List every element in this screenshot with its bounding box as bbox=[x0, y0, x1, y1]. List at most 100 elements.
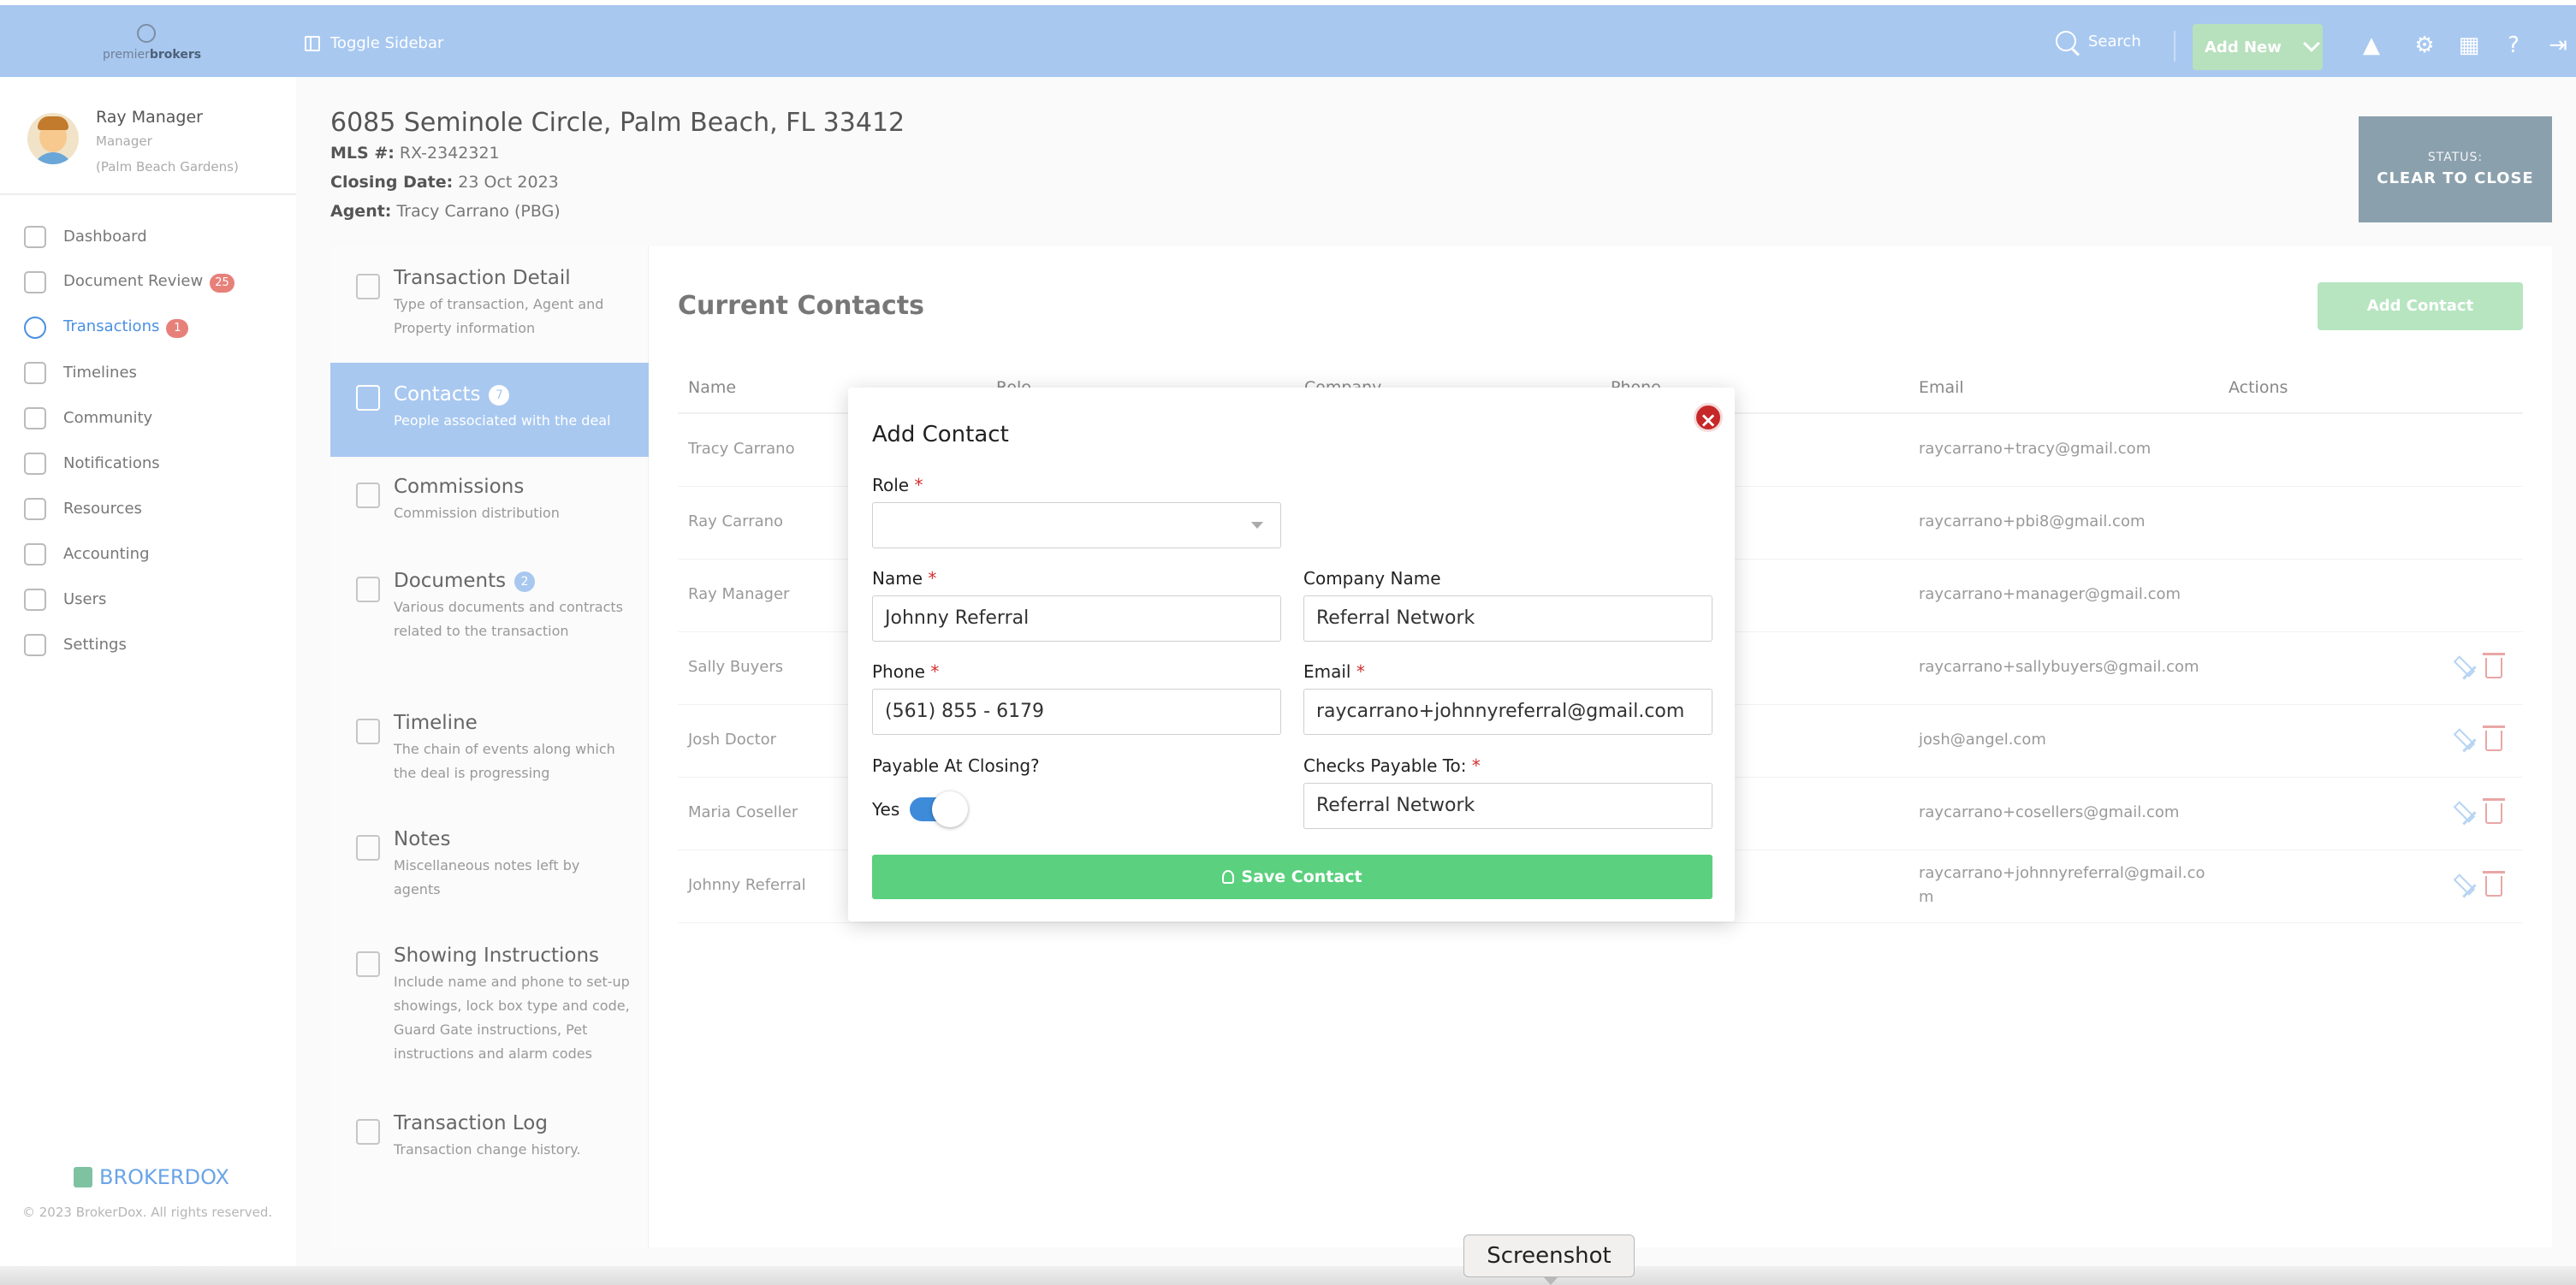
trash-icon[interactable] bbox=[2483, 798, 2505, 824]
email-label: Email * bbox=[1303, 661, 1365, 682]
sidebar-item-community[interactable]: Community bbox=[24, 395, 289, 441]
save-contact-button[interactable]: Save Contact bbox=[872, 855, 1712, 899]
phone-book-icon bbox=[356, 385, 380, 411]
users-icon bbox=[24, 588, 46, 611]
contact-email: raycarrano+sallybuyers@gmail.com bbox=[1919, 658, 2199, 676]
add-contact-button[interactable]: Add Contact bbox=[2318, 282, 2523, 330]
tab-timeline[interactable]: Timeline The chain of events along which … bbox=[330, 712, 649, 806]
add-contact-modal: × Add Contact Role * Name * Johnny Refer… bbox=[848, 388, 1735, 921]
sidebar-item-document-review[interactable]: Document Review 25 bbox=[24, 259, 289, 305]
sidebar: Ray Manager Manager (Palm Beach Gardens)… bbox=[0, 77, 296, 1275]
sidebar-nav: Dashboard Document Review 25 Transactions… bbox=[24, 214, 289, 667]
phone-label: Phone * bbox=[872, 661, 940, 682]
tab-transaction-log[interactable]: Transaction Log Transaction change histor… bbox=[330, 1112, 649, 1189]
close-icon[interactable]: × bbox=[1694, 403, 1723, 432]
screenshot-tooltip: Screenshot bbox=[1463, 1235, 1635, 1285]
chevron-down-icon bbox=[1251, 522, 1263, 529]
user-role: Manager bbox=[96, 133, 152, 149]
column-header-name[interactable]: Name bbox=[688, 363, 736, 412]
accounting-icon bbox=[24, 542, 46, 566]
trash-icon[interactable] bbox=[2483, 653, 2505, 678]
payable-at-closing-label: Payable At Closing? bbox=[872, 755, 1040, 776]
avatar bbox=[27, 113, 79, 164]
checks-payable-label: Checks Payable To: * bbox=[1303, 755, 1481, 776]
sidebar-item-accounting[interactable]: Accounting bbox=[24, 531, 289, 577]
name-input[interactable]: Johnny Referral bbox=[872, 595, 1281, 642]
dashboard-icon bbox=[24, 225, 46, 248]
documents-count-badge: 2 bbox=[514, 571, 536, 592]
sidebar-item-timelines[interactable]: Timelines bbox=[24, 350, 289, 395]
contact-email: raycarrano+tracy@gmail.com bbox=[1919, 440, 2152, 458]
sidebar-item-dashboard[interactable]: Dashboard bbox=[24, 214, 289, 259]
trash-icon[interactable] bbox=[2483, 871, 2505, 897]
mls-info: MLS #: RX-2342321 bbox=[330, 144, 500, 163]
top-bar: premierbrokers Toggle Sidebar Search Add… bbox=[0, 5, 2576, 77]
sidebar-item-transactions[interactable]: Transactions 1 bbox=[24, 305, 289, 350]
column-header-email[interactable]: Email bbox=[1919, 363, 1964, 412]
tab-documents[interactable]: Documents 2 Various documents and contract… bbox=[330, 570, 649, 690]
chevron-down-icon bbox=[2302, 35, 2320, 52]
contacts-heading: Current Contacts bbox=[678, 291, 925, 321]
contact-email: raycarrano+manager@gmail.com bbox=[1919, 585, 2181, 603]
edit-icon[interactable] bbox=[2449, 725, 2477, 753]
gear-icon[interactable]: ⚙ bbox=[2412, 33, 2437, 58]
company-logo[interactable]: premierbrokers bbox=[94, 24, 201, 67]
tab-commissions[interactable]: Commissions Commission distribution bbox=[330, 476, 649, 553]
sidebar-item-resources[interactable]: Resources bbox=[24, 486, 289, 531]
contact-name: Ray Manager bbox=[688, 585, 790, 603]
transactions-icon bbox=[24, 316, 46, 339]
announcement-icon[interactable]: ▲ bbox=[2359, 33, 2384, 58]
modal-title: Add Contact bbox=[872, 422, 1009, 447]
search-icon bbox=[2056, 31, 2076, 51]
user-add-icon bbox=[1222, 870, 1235, 884]
toggle-sidebar-button[interactable]: Toggle Sidebar bbox=[305, 34, 443, 52]
name-label: Name * bbox=[872, 568, 937, 589]
role-select[interactable] bbox=[872, 502, 1281, 548]
log-icon bbox=[356, 1119, 380, 1145]
add-new-label: Add New bbox=[2205, 38, 2282, 56]
calculator-icon[interactable]: ▦ bbox=[2456, 33, 2482, 58]
hand-coin-icon bbox=[356, 483, 380, 508]
user-profile[interactable]: Ray Manager Manager (Palm Beach Gardens) bbox=[27, 108, 284, 185]
contact-email-wrap: m bbox=[1919, 888, 1934, 906]
email-input[interactable]: raycarrano+johnnyreferral@gmail.com bbox=[1303, 689, 1712, 735]
contact-name: Tracy Carrano bbox=[688, 440, 795, 458]
sidebar-item-notifications[interactable]: Notifications bbox=[24, 441, 289, 486]
footer-brand: BROKERDOX bbox=[74, 1165, 229, 1189]
contact-name: Ray Carrano bbox=[688, 512, 784, 530]
payable-at-closing-toggle[interactable] bbox=[910, 791, 968, 827]
status-badge: STATUS: CLEAR TO CLOSE bbox=[2359, 116, 2552, 222]
help-icon[interactable]: ? bbox=[2501, 33, 2526, 58]
checks-payable-input[interactable]: Referral Network bbox=[1303, 783, 1712, 829]
copyright: © 2023 BrokerDox. All rights reserved. bbox=[22, 1205, 273, 1220]
contact-name: Josh Doctor bbox=[688, 731, 777, 749]
sidebar-item-settings[interactable]: Settings bbox=[24, 622, 289, 667]
timelines-icon bbox=[24, 361, 46, 384]
contact-email: raycarrano+cosellers@gmail.com bbox=[1919, 803, 2180, 821]
sidebar-item-users[interactable]: Users bbox=[24, 577, 289, 622]
transaction-tabs: Transaction Detail Type of transaction, A… bbox=[330, 246, 649, 1247]
contact-name: Sally Buyers bbox=[688, 658, 784, 676]
edit-icon[interactable] bbox=[2449, 871, 2477, 898]
tab-contacts[interactable]: Contacts 7 People associated with the deal bbox=[330, 363, 649, 457]
edit-icon[interactable] bbox=[2449, 653, 2477, 680]
logout-icon[interactable]: ⇥ bbox=[2545, 33, 2571, 58]
tab-transaction-detail[interactable]: Transaction Detail Type of transaction, A… bbox=[330, 267, 649, 370]
column-header-actions: Actions bbox=[2229, 378, 2288, 397]
tab-showing-instructions[interactable]: Showing Instructions Include name and pho… bbox=[330, 945, 649, 1098]
tab-notes[interactable]: Notes Miscellaneous notes left by agents bbox=[330, 828, 649, 922]
add-new-button[interactable]: Add New bbox=[2193, 24, 2323, 70]
payable-toggle-label: Yes bbox=[872, 799, 900, 820]
search-button[interactable]: Search bbox=[2056, 31, 2141, 51]
resources-icon bbox=[24, 497, 46, 520]
phone-input[interactable]: (561) 855 - 6179 bbox=[872, 689, 1281, 735]
house-icon bbox=[356, 951, 380, 977]
trash-icon[interactable] bbox=[2483, 725, 2505, 751]
document-review-icon bbox=[24, 270, 46, 293]
edit-icon[interactable] bbox=[2449, 798, 2477, 826]
bottom-bar bbox=[0, 1266, 2576, 1285]
community-icon bbox=[24, 406, 46, 429]
agent-info: Agent: Tracy Carrano (PBG) bbox=[330, 202, 561, 221]
company-name-input[interactable]: Referral Network bbox=[1303, 595, 1712, 642]
closing-date: Closing Date: 23 Oct 2023 bbox=[330, 173, 559, 192]
